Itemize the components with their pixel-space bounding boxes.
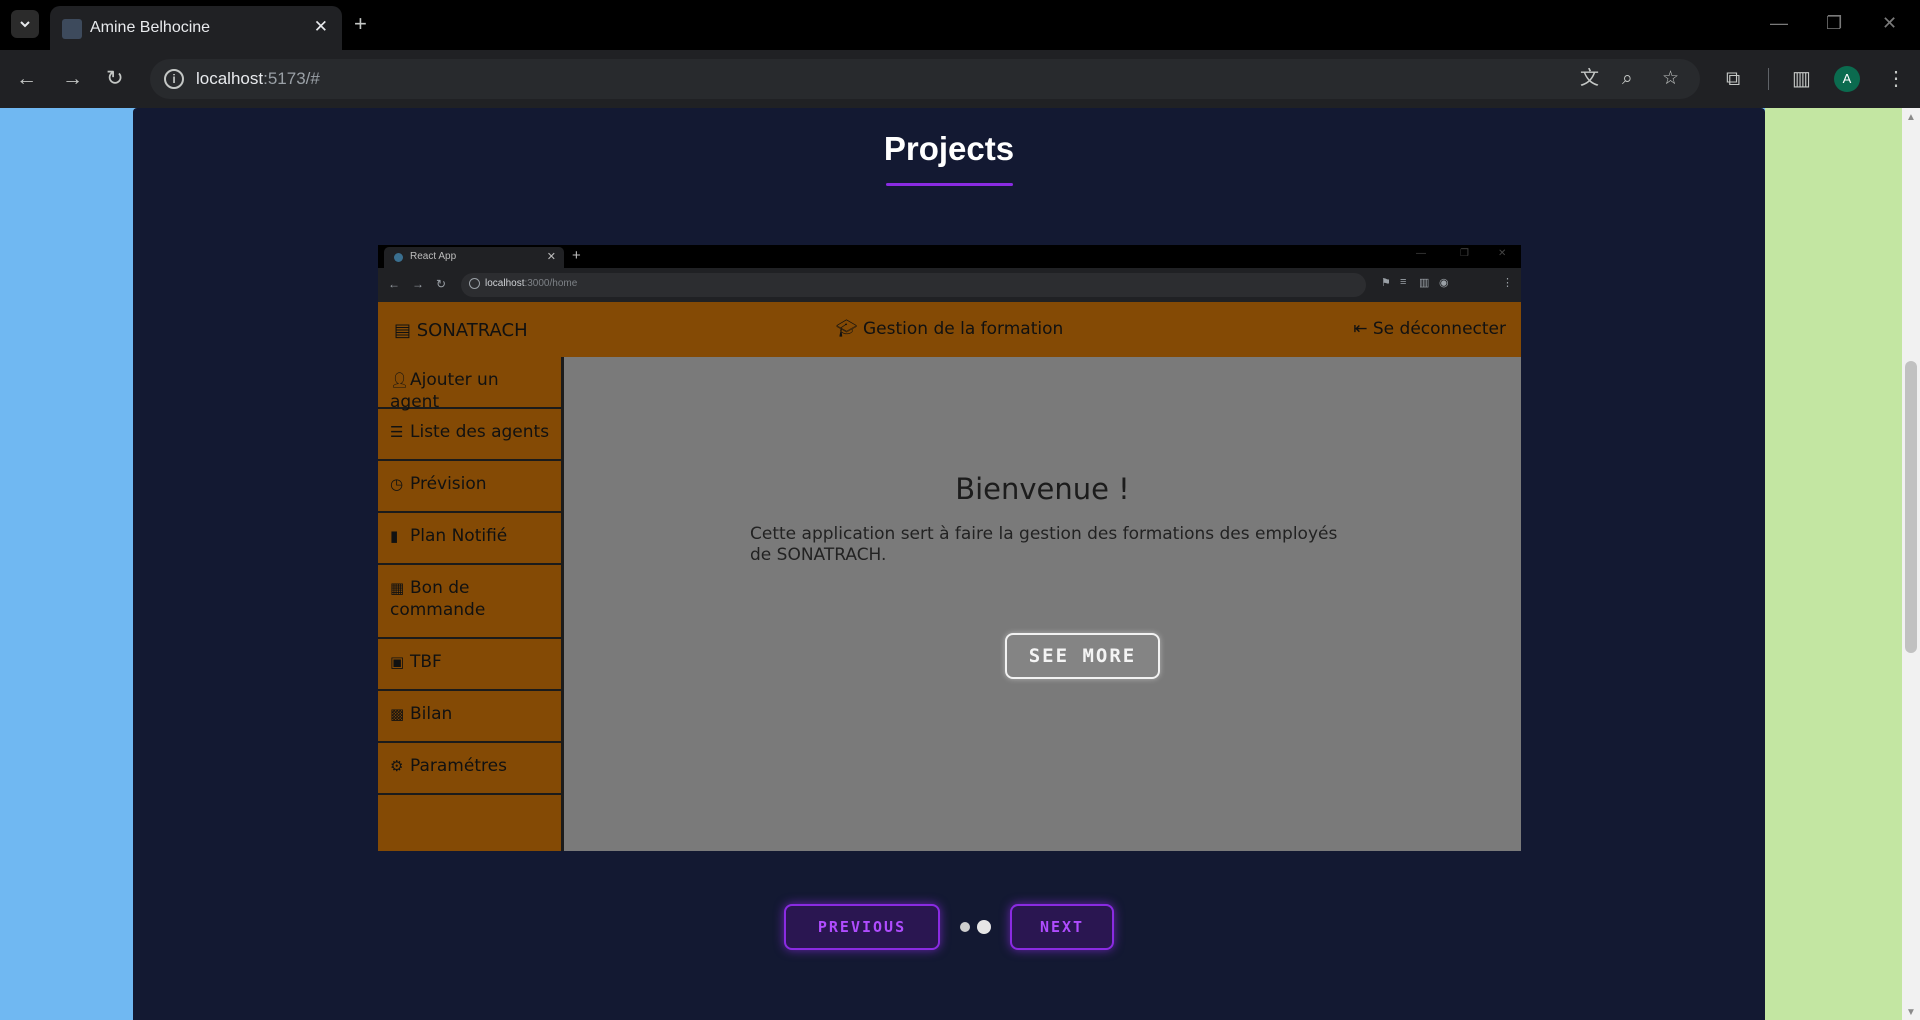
sidebar-item-bilan: ▩ Bilan <box>378 691 561 743</box>
restore-icon: ❐ <box>1460 248 1469 259</box>
page-scrollbar[interactable]: ▲ ▼ <box>1902 108 1920 1020</box>
user-add-icon: 👤︎ <box>390 371 410 389</box>
see-more-button[interactable]: SEE MORE <box>1005 633 1160 679</box>
screenshot-address-bar: localhost:3000/home <box>461 273 1366 297</box>
forward-icon: → <box>412 277 424 291</box>
menu-icon[interactable]: ⋮ <box>1886 67 1906 91</box>
zoom-icon[interactable]: ⌕ <box>1622 68 1633 90</box>
star-icon[interactable]: ☆ <box>1662 68 1679 90</box>
url-text[interactable]: localhost:5173/# <box>196 69 320 89</box>
bookmark-icon: ▮ <box>390 527 399 545</box>
screenshot-tab: React App ✕ <box>384 247 564 268</box>
favicon-icon <box>62 19 82 39</box>
back-icon: ← <box>388 277 400 291</box>
app-logout: ⇤ Se déconnecter <box>1353 319 1506 339</box>
welcome-text: Cette application sert à faire la gestio… <box>750 524 1338 565</box>
carousel-dot-active[interactable] <box>977 920 991 934</box>
new-tab-icon[interactable]: + <box>354 12 367 36</box>
close-icon[interactable]: ✕ <box>314 17 328 37</box>
browser-toolbar: ← → ↻ i localhost:5173/# 文 ⌕ ☆ ⧉ ▥ A ⋮ <box>0 50 1920 108</box>
reload-icon: ↻ <box>436 277 447 291</box>
sidebar-item-tbf: ▣ TBF <box>378 639 561 691</box>
translate-icon[interactable]: 文 <box>1580 68 1599 90</box>
scrollbar-thumb[interactable] <box>1905 361 1917 653</box>
minimize-icon: — <box>1416 248 1426 259</box>
screenshot-toolbar: ← → ↻ localhost:3000/home ⚑ ≡ ▥ ◉ ⋮ <box>378 268 1521 302</box>
side-panel-icon: ▥ <box>1419 277 1430 289</box>
puzzle-icon: ⚑ <box>1381 277 1391 289</box>
scroll-down-icon[interactable]: ▼ <box>1906 1007 1916 1018</box>
browser-tab-active[interactable]: Amine Belhocine ✕ <box>50 6 342 50</box>
sidebar-item-ajouter-agent: 👤︎Ajouter un agent <box>378 357 561 412</box>
tab-search-icon[interactable] <box>11 10 39 38</box>
welcome-title: Bienvenue ! <box>955 472 1130 506</box>
page-viewport: Projects React App ✕ + — ❐ ✕ ← → ↻ local… <box>0 108 1902 1020</box>
previous-button[interactable]: PREVIOUS <box>784 904 940 950</box>
close-icon: ✕ <box>546 251 556 263</box>
project-screenshot: React App ✕ + — ❐ ✕ ← → ↻ localhost:3000… <box>378 245 1521 851</box>
projects-section: Projects React App ✕ + — ❐ ✕ ← → ↻ local… <box>133 108 1765 1020</box>
table-icon: ▣ <box>390 653 405 671</box>
react-favicon-icon <box>394 253 403 262</box>
title-underline <box>886 183 1013 186</box>
window-close-icon[interactable]: ✕ <box>1882 12 1897 34</box>
graduation-cap-icon: 🎓︎ <box>836 319 858 339</box>
screenshot-tab-title: React App <box>410 251 457 262</box>
menu-icon: ⋮ <box>1502 277 1513 289</box>
user-list-icon: ☰ <box>390 423 404 441</box>
gear-icon: ⚙ <box>390 757 404 775</box>
app-main: Bienvenue ! Cette application sert à fai… <box>564 357 1521 851</box>
toolbar-divider <box>1768 68 1769 90</box>
sidebar-item-liste-agents: ☰ Liste des agents <box>378 409 561 461</box>
restore-icon[interactable]: ❐ <box>1826 12 1842 34</box>
extensions-icon[interactable]: ⧉ <box>1726 67 1740 91</box>
next-button[interactable]: NEXT <box>1010 904 1114 950</box>
profile-icon: ◉ <box>1439 277 1449 289</box>
carousel-dot[interactable] <box>960 922 970 932</box>
app-header: ▤ SONATRACH 🎓︎ Gestion de la formation ⇤… <box>378 302 1521 357</box>
minimize-icon[interactable]: — <box>1770 12 1788 34</box>
side-panel-icon[interactable]: ▥ <box>1792 67 1811 91</box>
site-info-icon[interactable]: i <box>164 69 184 89</box>
profile-avatar[interactable]: A <box>1834 66 1860 92</box>
section-title: Projects <box>883 130 1015 167</box>
site-info-icon <box>469 278 480 289</box>
back-icon[interactable]: ← <box>16 67 37 91</box>
archive-icon: ▩ <box>390 705 405 723</box>
logout-icon: ⇤ <box>1353 319 1368 339</box>
sidebar-item-prevision: ◷ Prévision <box>378 461 561 513</box>
app-sidebar: 👤︎Ajouter un agent ☰ Liste des agents ◷ Pr… <box>378 357 564 851</box>
scroll-up-icon[interactable]: ▲ <box>1906 112 1916 123</box>
list-icon: ≡ <box>1400 276 1407 288</box>
screenshot-tab-strip: React App ✕ + — ❐ ✕ <box>378 245 1521 268</box>
app-brand: ▤ SONATRACH <box>394 320 528 341</box>
tab-title: Amine Belhocine <box>90 19 211 36</box>
screenshot-url: localhost:3000/home <box>485 278 578 289</box>
clock-icon: ◷ <box>390 475 404 493</box>
background-right-panel <box>1765 108 1902 1020</box>
sidebar-item-plan-notifie: ▮ Plan Notifié <box>378 513 561 565</box>
new-tab-icon: + <box>572 247 581 264</box>
building-icon: ▤ <box>394 320 412 341</box>
app-header-title: 🎓︎ Gestion de la formation <box>836 319 1064 339</box>
address-bar[interactable]: i localhost:5173/# 文 ⌕ ☆ <box>150 59 1700 99</box>
window-close-icon: ✕ <box>1498 248 1507 259</box>
reload-icon[interactable]: ↻ <box>106 67 124 91</box>
sidebar-item-parametres: ⚙ Paramétres <box>378 743 561 795</box>
forward-icon[interactable]: → <box>62 67 83 91</box>
order-icon: ▦ <box>390 579 405 597</box>
browser-tab-strip: Amine Belhocine ✕ + — ❐ ✕ <box>0 0 1920 50</box>
sidebar-item-bon-de-commande: ▦ Bon de commande <box>378 565 561 639</box>
